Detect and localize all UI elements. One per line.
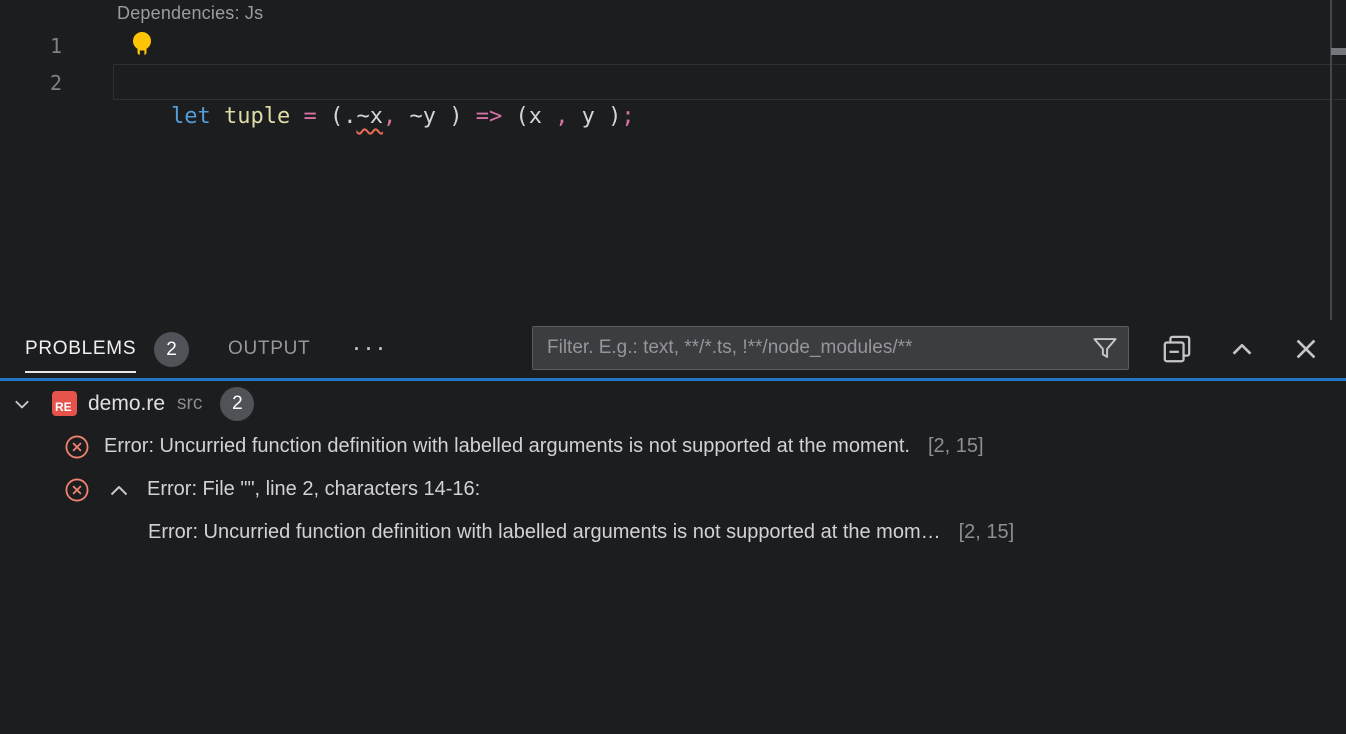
reason-file-icon-label: RE <box>55 400 72 414</box>
code-token <box>290 104 303 129</box>
move-panel-button[interactable] <box>1161 333 1193 365</box>
code-token <box>462 104 475 129</box>
line-number-1: 1 <box>0 34 62 58</box>
code-token-error-squiggle: ~x <box>356 104 383 129</box>
problems-file-row[interactable]: RE demo.re src 2 <box>0 382 1346 425</box>
panel-header: PROBLEMS 2 OUTPUT ··· <box>0 320 1346 378</box>
problem-row-related-info[interactable]: Error: Uncurried function definition wit… <box>0 511 1346 554</box>
reason-file-icon: RE <box>52 391 77 416</box>
code-token: (x <box>502 104 555 129</box>
filter-funnel-icon[interactable] <box>1092 335 1118 361</box>
tab-problems[interactable]: PROBLEMS <box>25 320 136 378</box>
line-number-2: 2 <box>0 71 62 95</box>
error-icon <box>64 477 90 503</box>
codelens-dependencies[interactable]: Dependencies: Js <box>117 3 263 24</box>
error-position: [2, 15] <box>928 435 984 458</box>
code-token <box>211 104 224 129</box>
close-panel-button[interactable] <box>1290 333 1322 365</box>
overview-ruler-marker <box>1331 48 1346 55</box>
file-path: src <box>177 393 202 415</box>
tab-problems-label: PROBLEMS <box>25 338 136 360</box>
more-tabs-button[interactable]: ··· <box>352 320 388 374</box>
code-token-operator: , <box>555 104 568 129</box>
chevron-down-icon[interactable] <box>11 393 33 415</box>
code-token: (. <box>317 104 357 129</box>
code-token: ~y ) <box>396 104 462 129</box>
tab-output[interactable]: OUTPUT <box>228 320 310 378</box>
error-position: [2, 15] <box>959 521 1015 544</box>
error-message: Error: Uncurried function definition wit… <box>104 435 910 458</box>
problem-row-error-1[interactable]: Error: Uncurried function definition wit… <box>0 425 1346 468</box>
problem-row-error-2[interactable]: Error: File "", line 2, characters 14-16… <box>0 468 1346 511</box>
code-token-operator: => <box>476 104 503 129</box>
problems-count-badge: 2 <box>154 332 189 367</box>
code-token-operator: = <box>303 104 316 129</box>
related-error-message: Error: Uncurried function definition wit… <box>148 521 941 544</box>
code-editor[interactable]: Dependencies: Js 1 2 let tuple = (.~x, ~… <box>0 0 1346 320</box>
code-token-operator: ; <box>621 104 634 129</box>
editor-code-line[interactable]: let tuple = (.~x, ~y ) => (x , y ); <box>118 64 635 100</box>
code-token-identifier: tuple <box>224 104 290 129</box>
code-token: y ) <box>568 104 621 129</box>
chevron-up-icon[interactable] <box>107 480 131 500</box>
problems-filter-box <box>532 326 1129 370</box>
code-token-keyword: let <box>171 104 211 129</box>
panel-focus-border <box>0 378 1346 381</box>
error-icon <box>64 434 90 460</box>
maximize-panel-button[interactable] <box>1226 333 1258 365</box>
code-token-operator: , <box>383 104 396 129</box>
lightbulb-icon[interactable] <box>131 31 153 58</box>
filter-input[interactable] <box>547 337 1092 359</box>
file-name: demo.re <box>88 392 165 416</box>
tab-output-label: OUTPUT <box>228 338 310 360</box>
file-error-count-badge: 2 <box>220 387 254 421</box>
error-message: Error: File "", line 2, characters 14-16… <box>147 478 480 501</box>
